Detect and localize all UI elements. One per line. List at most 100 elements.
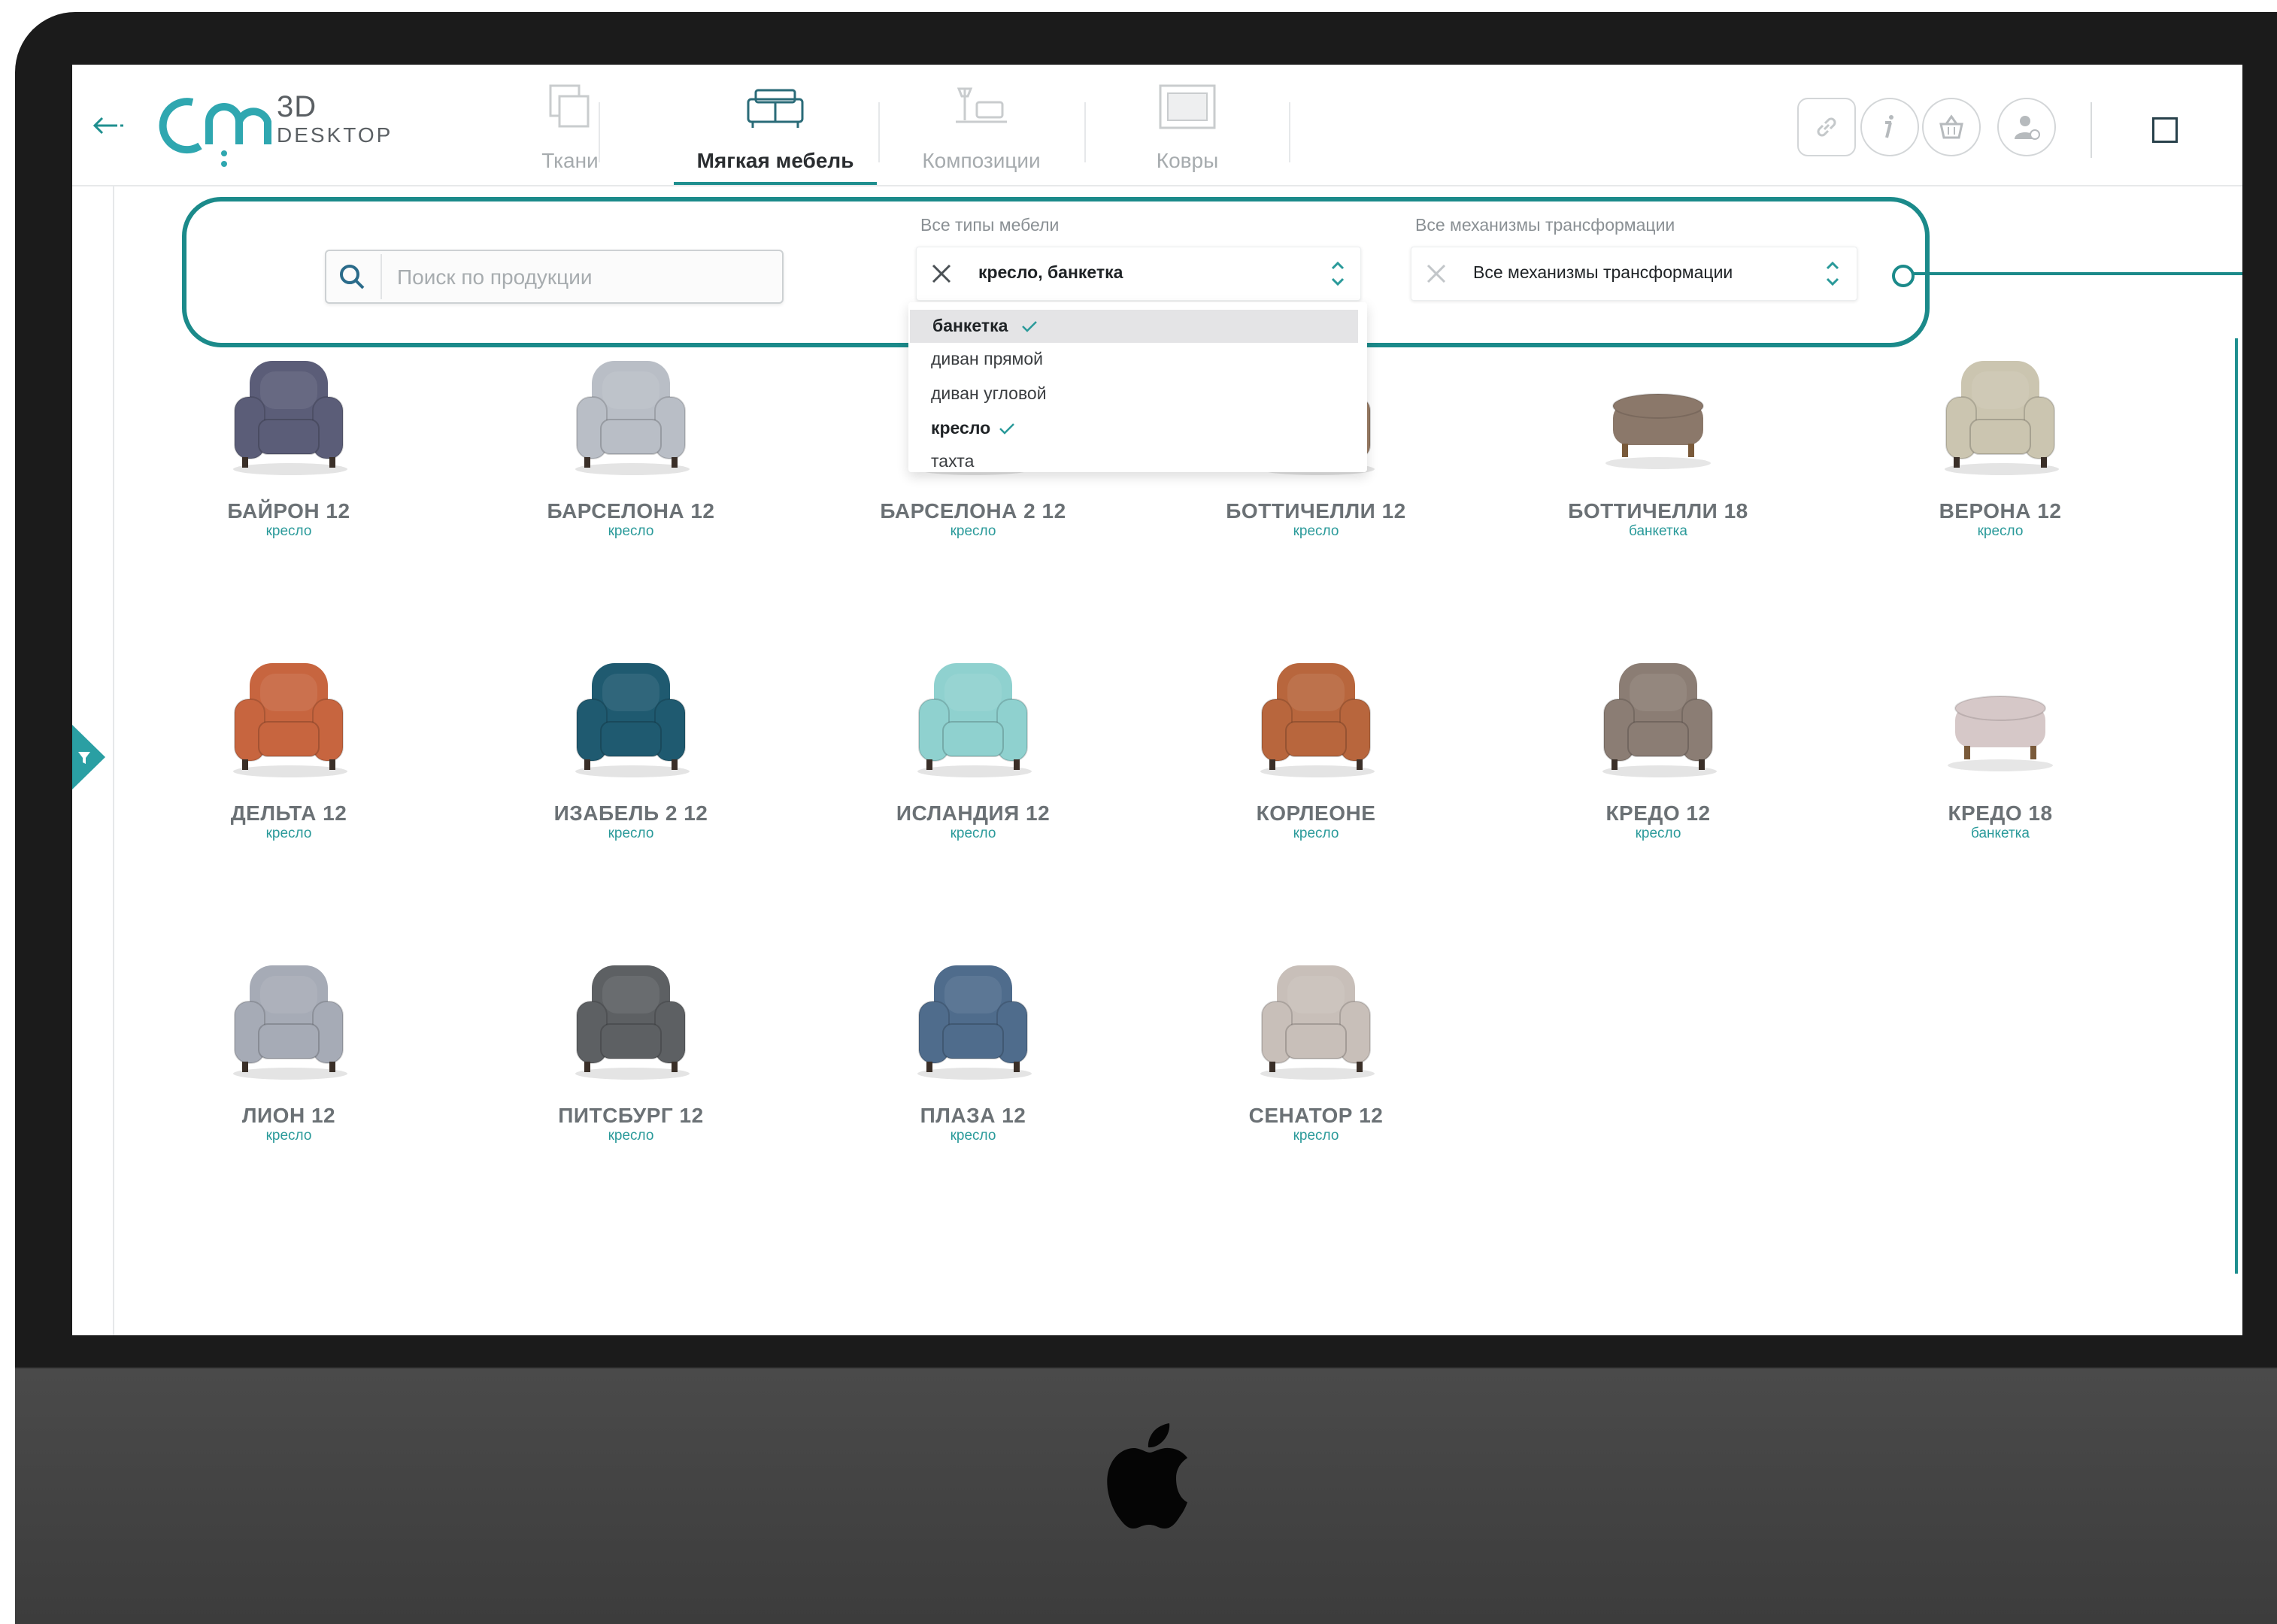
dropdown-option[interactable]: диван прямой [908, 343, 1360, 376]
tab-separator [599, 102, 600, 162]
basket-icon [1939, 114, 1963, 139]
product-type: банкетка [1971, 826, 2030, 841]
filter-panel-toggle-icon[interactable] [72, 725, 107, 789]
dropdown-option[interactable]: диван угловой [908, 377, 1360, 411]
armchair-image [1260, 663, 1375, 777]
product-type: кресло [608, 826, 654, 841]
product-card[interactable]: БОТТИЧЕЛЛИ 18 банкетка [1538, 350, 1778, 621]
option-label: кресло [931, 418, 991, 438]
product-type: кресло [608, 523, 654, 539]
product-name: ДЕЛЬТА 12 [230, 801, 347, 825]
armchair-image [1945, 361, 2059, 475]
fabric-icon [549, 84, 590, 128]
product-name: БАРСЕЛОНА 12 [547, 499, 715, 523]
armchair-image [233, 361, 347, 475]
link-button[interactable] [1797, 98, 1856, 156]
armchair-image [1260, 965, 1375, 1080]
product-type: банкетка [1629, 523, 1687, 539]
product-card[interactable]: ПИТСБУРГ 12 кресло [511, 955, 751, 1226]
tab-compositions-label: Композиции [922, 149, 1041, 172]
basket-button[interactable] [1922, 98, 1981, 156]
tab-fabrics-label: Ткани [541, 149, 599, 172]
armchair-image [575, 361, 690, 475]
product-name: ВЕРОНА 12 [1939, 499, 2062, 523]
option-label: диван угловой [931, 383, 1047, 403]
product-name: БОТТИЧЕЛЛИ 12 [1226, 499, 1406, 523]
option-label: тахта [931, 451, 975, 471]
logo-desktop-text: DESKTOP [277, 123, 393, 147]
armchair-image [233, 663, 347, 777]
armchair-image [917, 965, 1032, 1080]
product-type: кресло [950, 826, 996, 841]
product-type: кресло [1293, 523, 1339, 539]
tab-carpets-label: Ковры [1156, 149, 1219, 172]
product-card[interactable]: ИЗАБЕЛЬ 2 12 кресло [511, 653, 751, 923]
product-type: кресло [265, 523, 312, 539]
armchair-image [233, 965, 347, 1080]
product-name: БОТТИЧЕЛЛИ 18 [1568, 499, 1748, 523]
product-name: ПИТСБУРГ 12 [558, 1104, 704, 1127]
product-card[interactable]: ДЕЛЬТА 12 кресло [168, 653, 409, 923]
app-screen: 3D DESKTOP Ткани Мягкая мебель Композици… [72, 65, 2242, 1335]
product-card[interactable]: СЕНАТОР 12 кресло [1196, 955, 1436, 1226]
tab-upholstered-label: Мягкая мебель [696, 149, 854, 172]
tab-fabrics[interactable]: Ткани [468, 80, 672, 185]
dropdown-option[interactable]: тахта [908, 445, 1360, 478]
header-separator [2091, 102, 2092, 158]
composition-icon [956, 87, 1007, 123]
apple-logo-icon [1107, 1423, 1187, 1529]
user-button[interactable] [1997, 98, 2056, 156]
product-name: КОРЛЕОНЕ [1256, 801, 1376, 825]
product-card[interactable]: КОРЛЕОНЕ кресло [1196, 653, 1436, 923]
product-card[interactable]: КРЕДО 12 кресло [1538, 653, 1778, 923]
product-name: БАЙРОН 12 [227, 499, 350, 523]
option-label: диван прямой [931, 349, 1044, 368]
product-card[interactable]: ЛИОН 12 кресло [168, 955, 409, 1226]
info-button[interactable] [1860, 98, 1919, 156]
ottoman-image [1605, 393, 1711, 469]
product-type: кресло [950, 1128, 996, 1144]
callout-pin [1892, 265, 1915, 287]
app-header: 3D DESKTOP Ткани Мягкая мебель Композици… [72, 65, 2242, 186]
product-type: кресло [1635, 826, 1681, 841]
armchair-image [575, 965, 690, 1080]
dropdown-option[interactable]: кресло [908, 412, 1360, 445]
armchair-image [575, 663, 690, 777]
armchair-image [917, 663, 1032, 777]
product-type: кресло [1293, 1128, 1339, 1144]
product-card[interactable]: ПЛАЗА 12 кресло [853, 955, 1093, 1226]
product-name: ПЛАЗА 12 [920, 1104, 1026, 1127]
product-name: КРЕДО 12 [1605, 801, 1711, 825]
product-type: кресло [1293, 826, 1339, 841]
product-type: кресло [265, 1128, 312, 1144]
ottoman-image [1948, 695, 2053, 771]
tab-separator [1289, 102, 1290, 162]
product-card[interactable]: ВЕРОНА 12 кресло [1880, 350, 2121, 621]
tab-upholstered-furniture[interactable]: Мягкая мебель [674, 80, 877, 185]
product-card[interactable]: БАРСЕЛОНА 12 кресло [511, 350, 751, 621]
logo-3d-text: 3D [277, 90, 317, 123]
tab-compositions[interactable]: Композиции [880, 80, 1083, 185]
product-name: ИСЛАНДИЯ 12 [896, 801, 1051, 825]
product-type: кресло [1977, 523, 2024, 539]
fullscreen-icon[interactable] [2152, 117, 2178, 143]
user-icon [2015, 116, 2040, 140]
info-icon [1885, 115, 1893, 138]
furniture-type-dropdown: банкетка диван прямой диван угловой крес… [908, 302, 1367, 472]
product-card[interactable]: КРЕДО 18 банкетка [1880, 653, 2121, 923]
product-name: СЕНАТОР 12 [1248, 1104, 1384, 1127]
tab-carpets[interactable]: Ковры [1086, 80, 1289, 185]
product-type: кресло [265, 826, 312, 841]
dropdown-option[interactable]: банкетка [910, 310, 1358, 343]
armchair-image [1602, 663, 1717, 777]
callout-line [1912, 272, 2242, 275]
option-label: банкетка [932, 316, 1008, 335]
check-icon [1022, 321, 1037, 332]
product-name: КРЕДО 18 [1948, 801, 2053, 825]
link-icon [1817, 117, 1836, 137]
scrollbar[interactable] [2235, 338, 2238, 1274]
product-name: ЛИОН 12 [241, 1104, 336, 1127]
back-arrow-icon[interactable] [84, 107, 129, 144]
product-card[interactable]: БАЙРОН 12 кресло [168, 350, 409, 621]
product-card[interactable]: ИСЛАНДИЯ 12 кресло [853, 653, 1093, 923]
